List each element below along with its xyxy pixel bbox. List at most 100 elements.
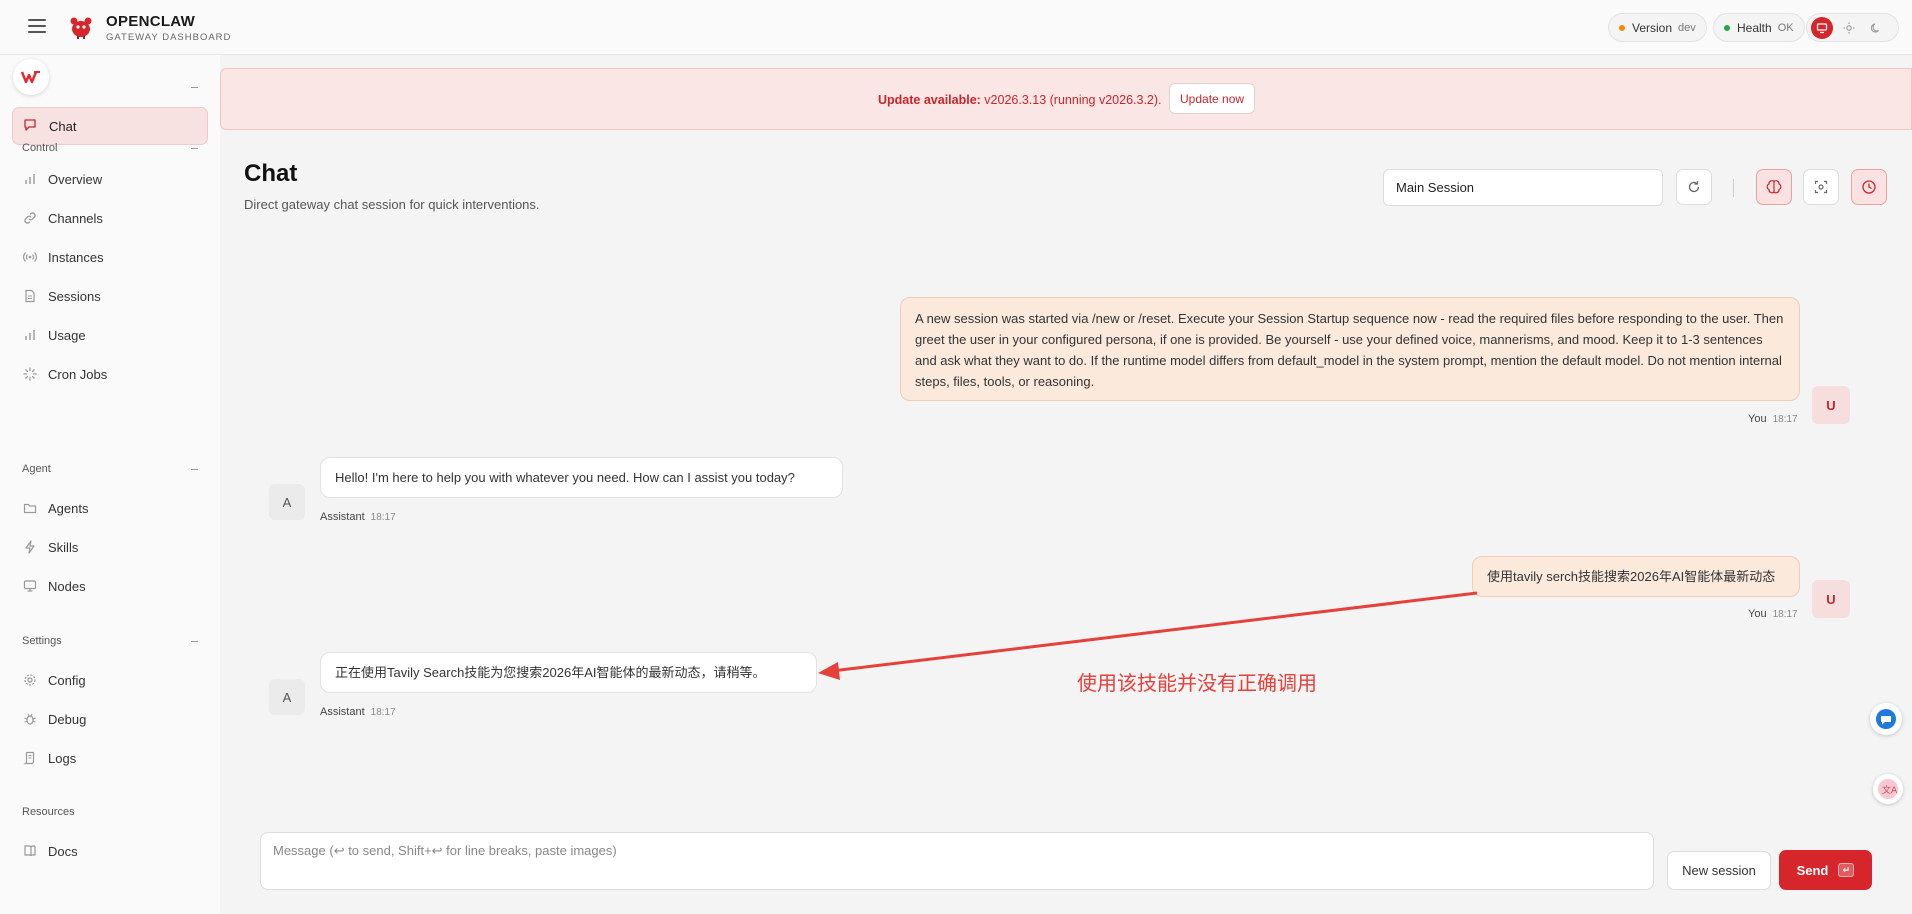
assistant-avatar: A — [269, 679, 305, 715]
user-message-bubble: A new session was started via /new or /r… — [900, 297, 1800, 401]
broadcast-icon — [22, 249, 38, 265]
sidebar-item-logs[interactable]: Logs — [22, 748, 76, 768]
book-icon — [22, 843, 38, 859]
page-subtitle: Direct gateway chat session for quick in… — [244, 197, 540, 212]
folder-icon — [22, 500, 38, 516]
version-label: Version — [1632, 20, 1673, 35]
message-sender: You — [1748, 608, 1767, 620]
version-pill: Version dev — [1608, 13, 1707, 42]
monitor-icon[interactable] — [1811, 16, 1833, 39]
top-bar: OPENCLAW GATEWAY DASHBOARD Version dev H… — [0, 0, 1912, 55]
sidebar-item-cron-jobs[interactable]: Cron Jobs — [22, 364, 107, 384]
new-session-button[interactable]: New session — [1667, 851, 1771, 890]
send-button[interactable]: Send ↵ — [1779, 850, 1872, 890]
chat-bubble-icon — [23, 118, 39, 134]
collapse-icon[interactable] — [191, 469, 198, 470]
thinking-toggle-button[interactable] — [1756, 169, 1792, 205]
message-meta: You 18:17 — [1748, 608, 1798, 620]
moon-icon[interactable] — [1865, 17, 1887, 39]
message-input[interactable] — [260, 832, 1654, 890]
sidebar-item-overview[interactable]: Overview — [22, 169, 102, 189]
health-status-dot — [1724, 24, 1730, 31]
bug-icon — [22, 711, 38, 727]
history-button[interactable] — [1851, 169, 1887, 205]
sidebar-item-label: Skills — [48, 539, 79, 555]
sidebar-item-chat[interactable]: Chat — [12, 107, 208, 145]
toolbar-divider — [1733, 179, 1734, 197]
sidebar: Chat Control Overview Channels Instances… — [0, 55, 220, 914]
sidebar-item-channels[interactable]: Channels — [22, 208, 103, 228]
message-sender: You — [1748, 413, 1767, 425]
sidebar-item-sessions[interactable]: Sessions — [22, 286, 101, 306]
update-now-button[interactable]: Update now — [1169, 83, 1256, 114]
brand-title: OPENCLAW — [106, 13, 196, 30]
assistant-message-bubble: Hello! I'm here to help you with whateve… — [320, 457, 843, 498]
sun-icon[interactable] — [1838, 17, 1860, 39]
health-pill: Health OK — [1713, 13, 1805, 42]
sidebar-item-usage[interactable]: Usage — [22, 325, 86, 345]
refresh-button[interactable] — [1676, 169, 1712, 205]
sidebar-item-label: Instances — [48, 249, 104, 265]
update-banner-prefix: Update available: — [878, 93, 981, 107]
message-time: 18:17 — [370, 707, 396, 718]
sidebar-item-nodes[interactable]: Nodes — [22, 576, 86, 596]
sidebar-item-label: Sessions — [48, 288, 101, 304]
update-banner: Update available: v2026.3.13 (running v2… — [220, 68, 1912, 130]
assistant-chat-float-icon[interactable] — [1870, 703, 1902, 735]
sidebar-item-label: Logs — [48, 750, 77, 766]
annotation-arrow-icon — [818, 591, 1478, 680]
gear-icon — [22, 672, 38, 688]
sidebar-item-label: Docs — [48, 843, 78, 859]
collapse-icon[interactable] — [191, 87, 198, 88]
send-label: Send — [1796, 862, 1829, 878]
scroll-icon — [22, 750, 38, 766]
message-sender: Assistant — [320, 706, 365, 718]
svg-text:文A: 文A — [1882, 784, 1898, 796]
health-value: OK — [1777, 21, 1794, 34]
user-avatar: U — [1812, 386, 1850, 424]
message-sender: Assistant — [320, 511, 365, 523]
annotation-note: 使用该技能并没有正确调用 — [1077, 671, 1317, 695]
sidebar-item-label: Config — [48, 672, 86, 688]
link-icon — [22, 210, 38, 226]
sidebar-item-label: Cron Jobs — [48, 366, 108, 382]
collapse-icon[interactable] — [191, 641, 198, 642]
section-agent: Agent — [22, 463, 51, 475]
document-icon — [22, 288, 38, 304]
sidebar-item-label: Nodes — [48, 578, 86, 594]
focus-mode-button[interactable] — [1803, 169, 1839, 205]
health-label: Health — [1737, 20, 1772, 35]
brain-icon — [1766, 180, 1782, 194]
collapse-icon[interactable] — [191, 148, 198, 149]
update-banner-text: Update available: v2026.3.13 (running v2… — [878, 93, 1162, 107]
sidebar-item-instances[interactable]: Instances — [22, 247, 104, 267]
section-resources: Resources — [22, 806, 75, 818]
translate-icon[interactable]: 文A — [1873, 774, 1903, 804]
sidebar-item-docs[interactable]: Docs — [22, 841, 78, 861]
section-settings: Settings — [22, 635, 62, 647]
assistant-message-bubble: 正在使用Tavily Search技能为您搜索2026年AI智能体的最新动态，请… — [320, 652, 817, 693]
sidebar-item-agents[interactable]: Agents — [22, 498, 88, 518]
update-banner-message: v2026.3.13 (running v2026.3.2). — [980, 93, 1162, 107]
refresh-icon — [1688, 181, 1700, 193]
session-select[interactable] — [1383, 169, 1663, 206]
sidebar-item-config[interactable]: Config — [22, 670, 86, 690]
menu-icon[interactable] — [28, 19, 46, 33]
openclaw-logo-icon — [70, 17, 92, 39]
message-meta: You 18:17 — [1748, 413, 1798, 425]
brand-subtitle: GATEWAY DASHBOARD — [106, 32, 232, 43]
version-value: dev — [1678, 21, 1696, 34]
message-time: 18:17 — [1772, 414, 1798, 425]
message-meta: Assistant 18:17 — [320, 706, 396, 718]
loader-icon — [22, 366, 38, 382]
message-meta: Assistant 18:17 — [320, 511, 396, 523]
clock-icon — [1862, 180, 1876, 194]
wps-icon[interactable] — [13, 59, 49, 95]
focus-icon — [1814, 180, 1828, 194]
sidebar-item-skills[interactable]: Skills — [22, 537, 78, 557]
sidebar-item-debug[interactable]: Debug — [22, 709, 86, 729]
bar-chart-icon — [22, 327, 38, 343]
sidebar-item-label: Debug — [48, 711, 87, 727]
section-control: Control — [22, 142, 58, 154]
monitor-icon — [22, 578, 38, 594]
